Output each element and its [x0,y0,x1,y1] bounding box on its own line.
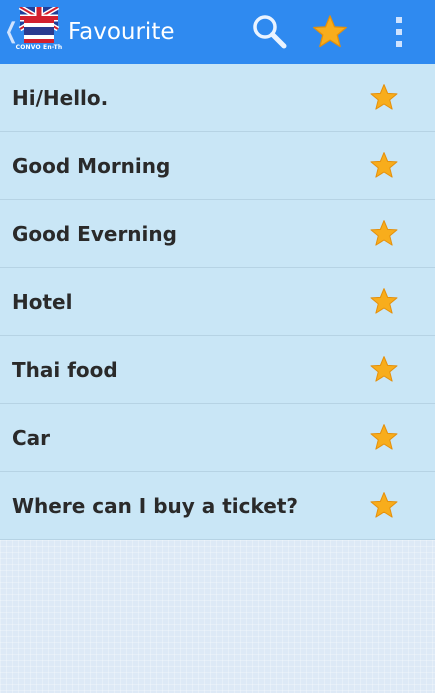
star-icon [370,356,398,382]
page-title: Favourite [68,19,175,45]
search-icon [253,15,287,49]
star-icon [370,288,398,314]
favourite-list-item[interactable]: Hi/Hello. [0,64,435,132]
star-icon [370,492,398,518]
star-icon [370,220,398,246]
unfavourite-button[interactable] [367,217,401,251]
favourite-phrase-label: Where can I buy a ticket? [12,493,298,518]
unfavourite-button[interactable] [367,421,401,455]
favourite-list-item[interactable]: Good Morning [0,132,435,200]
favourite-phrase-label: Hi/Hello. [12,85,109,110]
favourite-list-item[interactable]: Thai food [0,336,435,404]
search-button[interactable] [241,0,297,64]
star-icon [370,424,398,450]
favourite-phrase-label: Car [12,425,51,450]
favourites-button[interactable] [297,0,363,64]
favourite-list-item[interactable]: Good Everning [0,200,435,268]
favourites-list: Hi/Hello. Good Morning Good Everning Hot… [0,64,435,540]
star-icon [370,152,398,178]
star-icon [370,84,398,110]
unfavourite-button[interactable] [367,489,401,523]
star-icon [313,15,347,48]
unfavourite-button[interactable] [367,285,401,319]
up-navigation-button[interactable]: ❮ CONVO En-Th [0,0,62,64]
overflow-menu-button[interactable] [363,0,435,64]
unfavourite-button[interactable] [367,81,401,115]
flags-icon [18,7,60,43]
app-logo: CONVO En-Th [16,7,62,57]
favourite-list-item[interactable]: Hotel [0,268,435,336]
favourite-list-item[interactable]: Car [0,404,435,472]
favourite-phrase-label: Thai food [12,357,118,382]
overflow-menu-icon [396,17,402,47]
action-bar: ❮ CONVO En-Th Favourite [0,0,435,64]
app-screen: ❮ CONVO En-Th Favourite Hi/Hello. Good M… [0,0,435,693]
unfavourite-button[interactable] [367,353,401,387]
favourite-phrase-label: Good Everning [12,221,177,246]
back-chevron-icon: ❮ [4,19,18,44]
favourite-phrase-label: Hotel [12,289,73,314]
favourite-phrase-label: Good Morning [12,153,171,178]
action-bar-actions [241,0,435,64]
favourite-list-item[interactable]: Where can I buy a ticket? [0,472,435,540]
logo-text: CONVO En-Th [15,44,63,51]
unfavourite-button[interactable] [367,149,401,183]
